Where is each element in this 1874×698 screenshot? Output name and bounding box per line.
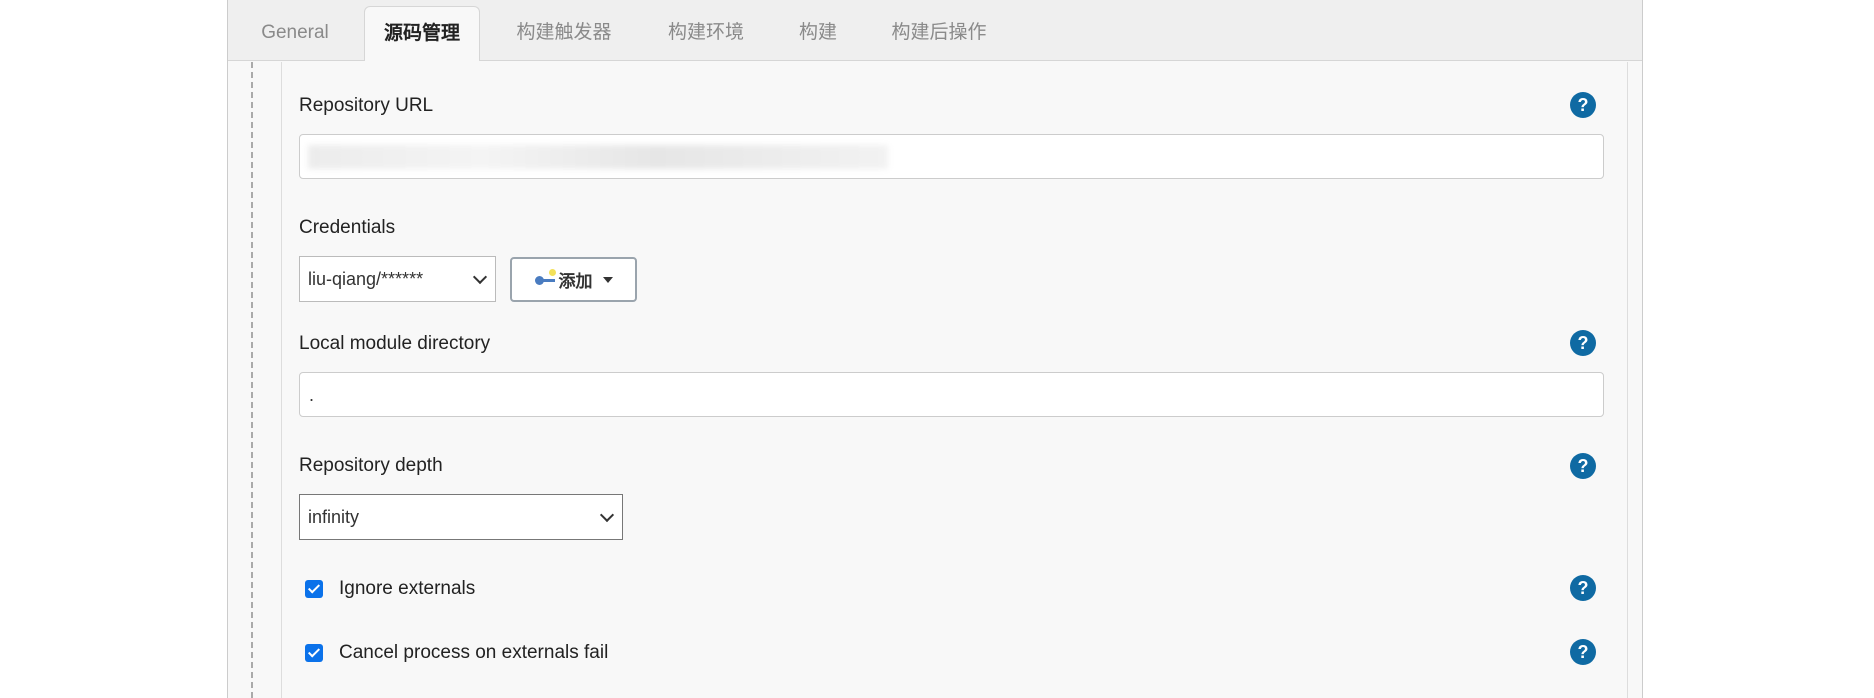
tab-general[interactable]: General [258, 6, 332, 60]
ignore-externals-checkbox[interactable] [305, 580, 323, 598]
chevron-down-icon [599, 507, 615, 523]
key-icon [534, 268, 556, 285]
credentials-value: liu-qiang/****** [308, 269, 424, 289]
tab-source-control[interactable]: 源码管理 [364, 6, 480, 61]
help-icon[interactable]: ? [1570, 639, 1596, 665]
help-icon[interactable]: ? [1570, 330, 1596, 356]
redacted-url [308, 145, 888, 169]
tab-post-build[interactable]: 构建后操作 [878, 6, 1000, 60]
section-divider [251, 62, 253, 698]
tab-build[interactable]: 构建 [788, 6, 848, 60]
ignore-externals-label: Ignore externals [339, 578, 476, 599]
tab-bar: General 源码管理 构建触发器 构建环境 构建 构建后操作 [228, 0, 1642, 61]
chevron-down-icon [472, 269, 488, 285]
cancel-on-externals-fail-label: Cancel process on externals fail [339, 642, 609, 663]
cancel-on-externals-fail-checkbox[interactable] [305, 644, 323, 662]
repository-url-input[interactable] [299, 134, 1604, 179]
help-icon[interactable]: ? [1570, 92, 1596, 118]
local-module-label: Local module directory [299, 333, 491, 354]
help-icon[interactable]: ? [1570, 453, 1596, 479]
repository-url-label: Repository URL [299, 95, 434, 116]
repository-depth-select[interactable]: infinity [299, 494, 623, 540]
tab-build-environment[interactable]: 构建环境 [656, 6, 756, 60]
repository-depth-label: Repository depth [299, 455, 443, 476]
local-module-input[interactable]: . [299, 372, 1604, 417]
add-button-label: 添加 [558, 272, 593, 291]
credentials-select[interactable]: liu-qiang/****** [299, 256, 496, 302]
add-credentials-button[interactable]: 添加 [510, 257, 637, 302]
caret-down-icon [602, 276, 613, 283]
tab-build-triggers[interactable]: 构建触发器 [504, 6, 624, 60]
help-icon[interactable]: ? [1570, 575, 1596, 601]
repository-depth-value: infinity [308, 507, 360, 527]
credentials-label: Credentials [299, 217, 396, 238]
